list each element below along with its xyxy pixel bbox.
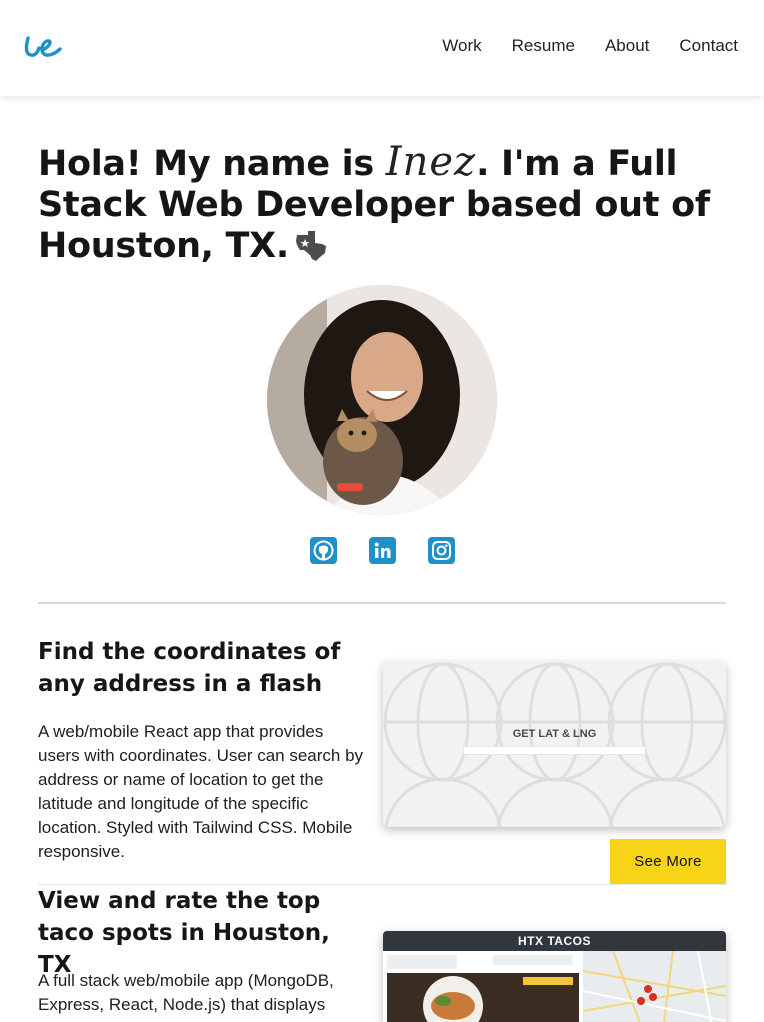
section-divider: [38, 602, 726, 604]
nav-contact-link[interactable]: Contact: [679, 36, 738, 56]
nav-resume-link[interactable]: Resume: [512, 36, 575, 56]
hero-name: Inez: [385, 139, 477, 185]
project-description: A full stack web/mobile app (MongoDB, Ex…: [38, 971, 334, 1014]
project-screenshot[interactable]: HTX TACOS: [383, 931, 726, 1022]
site-header: Work Resume About Contact: [0, 0, 764, 96]
github-icon[interactable]: [310, 537, 337, 564]
profile-photo-icon: [267, 285, 497, 515]
screenshot-title: HTX TACOS: [518, 934, 591, 948]
profile-photo-avatar: [267, 285, 497, 515]
instagram-glyph-icon: [432, 541, 451, 560]
project-screenshot[interactable]: GET LAT & LNG: [383, 662, 726, 827]
screenshot-title: GET LAT & LNG: [512, 728, 597, 740]
project-title: View and rate the top taco spots in Hous…: [38, 888, 330, 978]
instagram-icon[interactable]: [428, 537, 455, 564]
screenshot-search-field: [463, 746, 646, 755]
nav-work-link[interactable]: Work: [442, 36, 481, 56]
ie-script-logo-icon[interactable]: [22, 30, 68, 64]
hero-heading: Hola! My name is Inez. I'm a Full Stack …: [38, 142, 728, 267]
nav-about-link[interactable]: About: [605, 36, 649, 56]
linkedin-icon[interactable]: [369, 537, 396, 564]
social-links: [310, 537, 455, 564]
project-title: Find the coordinates of any address in a…: [38, 639, 341, 697]
texas-flag-icon: [295, 231, 326, 261]
project-description: A web/mobile React app that provides use…: [38, 722, 364, 861]
globe-pattern-icon: [383, 662, 726, 827]
linkedin-glyph-icon: [374, 542, 391, 558]
hero-text-start: Hola! My name is: [38, 144, 386, 184]
main-nav: Work Resume About Contact: [442, 36, 738, 56]
see-more-button[interactable]: See More: [610, 839, 726, 884]
github-glyph-icon: [313, 540, 334, 561]
taco-app-preview-icon: [383, 951, 726, 1022]
